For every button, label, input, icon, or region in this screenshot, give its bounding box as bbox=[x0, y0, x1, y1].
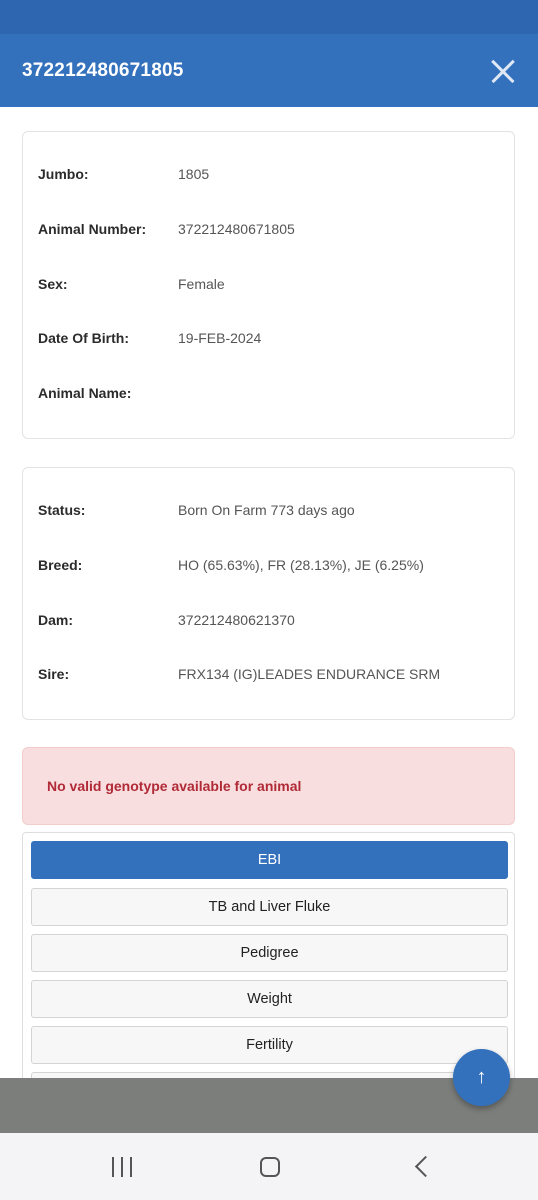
detail-row-date-of-birth: Date Of Birth: 19-FEB-2024 bbox=[38, 330, 504, 350]
info-row-dam: Dam: 372212480621370 bbox=[38, 612, 504, 632]
tab-weight[interactable]: Weight bbox=[31, 980, 508, 1018]
recents-icon[interactable] bbox=[110, 1157, 134, 1177]
tab-fertility[interactable]: Fertility bbox=[31, 1026, 508, 1064]
info-row-breed: Breed: HO (65.63%), FR (28.13%), JE (6.2… bbox=[38, 557, 504, 577]
info-row-sire: Sire: FRX134 (IG)LEADES ENDURANCE SRM bbox=[38, 666, 504, 686]
info-label: Status: bbox=[38, 502, 86, 518]
info-value: FRX134 (IG)LEADES ENDURANCE SRM bbox=[178, 666, 441, 682]
info-label: Breed: bbox=[38, 557, 83, 573]
close-icon[interactable] bbox=[490, 58, 516, 84]
app-header: 372212480671805 bbox=[0, 34, 538, 107]
detail-label: Animal Number: bbox=[38, 221, 147, 237]
info-value: Born On Farm 773 days ago bbox=[178, 502, 355, 518]
info-row-status: Status: Born On Farm 773 days ago bbox=[38, 502, 504, 522]
status-bar bbox=[0, 0, 538, 34]
tab-pedigree[interactable]: Pedigree bbox=[31, 934, 508, 972]
tab-ebi[interactable]: EBI bbox=[31, 841, 508, 879]
page-title: 372212480671805 bbox=[22, 59, 184, 81]
info-value: HO (65.63%), FR (28.13%), JE (6.25%) bbox=[178, 557, 424, 573]
scroll-to-top-button[interactable]: ↑ bbox=[453, 1049, 510, 1106]
genotype-alert: No valid genotype available for animal bbox=[22, 747, 515, 825]
detail-value: Female bbox=[178, 276, 225, 292]
info-value: 372212480621370 bbox=[178, 612, 295, 628]
arrow-up-icon: ↑ bbox=[476, 1066, 487, 1088]
detail-row-animal-name: Animal Name: bbox=[38, 385, 504, 405]
animal-details-card: Jumbo: 1805 Animal Number: 3722124806718… bbox=[22, 131, 515, 439]
detail-label: Sex: bbox=[38, 276, 68, 292]
detail-row-animal-number: Animal Number: 372212480671805 bbox=[38, 221, 504, 241]
detail-row-jumbo: Jumbo: 1805 bbox=[38, 166, 504, 186]
info-label: Dam: bbox=[38, 612, 74, 628]
tab-tb-and-liver-fluke[interactable]: TB and Liver Fluke bbox=[31, 888, 508, 926]
detail-value: 1805 bbox=[178, 166, 210, 182]
home-icon[interactable] bbox=[260, 1157, 280, 1177]
detail-label: Date Of Birth: bbox=[38, 330, 129, 346]
animal-info-card: Status: Born On Farm 773 days ago Breed:… bbox=[22, 467, 515, 720]
section-tabs: EBI TB and Liver Fluke Pedigree Weight F… bbox=[22, 832, 515, 1092]
info-label: Sire: bbox=[38, 666, 70, 682]
detail-row-sex: Sex: Female bbox=[38, 276, 504, 296]
detail-label: Animal Name: bbox=[38, 385, 132, 401]
detail-value: 19-FEB-2024 bbox=[178, 330, 262, 346]
detail-label: Jumbo: bbox=[38, 166, 89, 182]
detail-value: 372212480671805 bbox=[178, 221, 295, 237]
